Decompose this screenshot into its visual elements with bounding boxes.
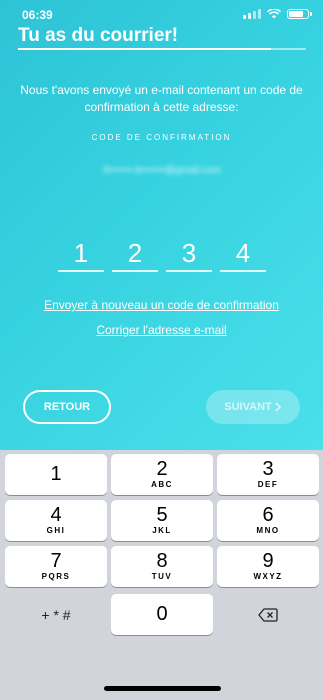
symbols-key[interactable]: + * # bbox=[5, 594, 107, 635]
key-letters: ABC bbox=[151, 480, 173, 489]
home-indicator bbox=[104, 686, 221, 691]
resend-code-link[interactable]: Envoyer à nouveau un code de confirmatio… bbox=[0, 298, 323, 312]
progress-bar bbox=[18, 48, 306, 50]
key-digit: 5 bbox=[156, 504, 168, 526]
next-button-label: SUIVANT bbox=[224, 401, 272, 413]
back-button[interactable]: RETOUR bbox=[23, 390, 111, 424]
code-digit-4[interactable]: 4 bbox=[220, 238, 266, 272]
key-6[interactable]: 6 MNO bbox=[217, 500, 319, 541]
key-letters: JKL bbox=[152, 526, 172, 535]
progress-fill bbox=[18, 48, 272, 50]
key-digit: 2 bbox=[156, 458, 168, 480]
code-digit-1[interactable]: 1 bbox=[58, 238, 104, 272]
key-9[interactable]: 9 WXYZ bbox=[217, 546, 319, 587]
key-letters: TUV bbox=[151, 572, 173, 581]
key-digit: 1 bbox=[50, 463, 62, 485]
email-address: th••••••.br••••••@gmail.com bbox=[103, 165, 221, 176]
key-letters: MNO bbox=[256, 526, 280, 535]
key-digit: 6 bbox=[262, 504, 274, 526]
key-letters: DEF bbox=[257, 480, 279, 489]
wifi-icon bbox=[267, 9, 281, 19]
key-digit: 4 bbox=[50, 504, 62, 526]
key-letters: GHI bbox=[46, 526, 66, 535]
back-button-label: RETOUR bbox=[43, 401, 91, 413]
status-bar: 06:39 bbox=[0, 0, 323, 26]
key-7[interactable]: 7 PQRS bbox=[5, 546, 107, 587]
key-1[interactable]: 1 bbox=[5, 454, 107, 495]
key-digit: 8 bbox=[156, 550, 168, 572]
status-time: 06:39 bbox=[22, 8, 53, 22]
delete-key[interactable] bbox=[217, 594, 319, 635]
key-digit: 3 bbox=[262, 458, 274, 480]
code-digit-3[interactable]: 3 bbox=[166, 238, 212, 272]
key-letters: WXYZ bbox=[253, 572, 283, 581]
key-digit: 0 bbox=[156, 603, 168, 625]
chevron-right-icon bbox=[275, 402, 281, 412]
backspace-icon bbox=[258, 607, 278, 622]
page-title: Tu as du courrier! bbox=[18, 25, 179, 46]
status-icons bbox=[243, 9, 312, 19]
signal-icon bbox=[243, 9, 261, 19]
numeric-keypad: 1 2 ABC 3 DEF 4 GHI 5 JKL 6 MNO 7 PQRS 8… bbox=[0, 450, 323, 700]
battery-icon bbox=[287, 9, 312, 19]
code-label: CODE DE CONFIRMATION bbox=[91, 133, 232, 142]
next-button[interactable]: SUIVANT bbox=[206, 390, 300, 424]
code-digit-2[interactable]: 2 bbox=[112, 238, 158, 272]
key-digit: 9 bbox=[262, 550, 274, 572]
key-5[interactable]: 5 JKL bbox=[111, 500, 213, 541]
intro-text: Nous t'avons envoyé un e-mail contenant … bbox=[20, 83, 303, 114]
key-0[interactable]: 0 bbox=[111, 594, 213, 635]
key-4[interactable]: 4 GHI bbox=[5, 500, 107, 541]
fix-email-link[interactable]: Corriger l'adresse e-mail bbox=[0, 323, 323, 337]
key-8[interactable]: 8 TUV bbox=[111, 546, 213, 587]
key-digit: 7 bbox=[50, 550, 62, 572]
code-input[interactable]: 1 2 3 4 bbox=[58, 238, 266, 272]
signup-screen: 06:39 Tu as du courrier! Nous t'avons en… bbox=[0, 0, 323, 450]
key-3[interactable]: 3 DEF bbox=[217, 454, 319, 495]
key-letters: PQRS bbox=[41, 572, 71, 581]
key-2[interactable]: 2 ABC bbox=[111, 454, 213, 495]
